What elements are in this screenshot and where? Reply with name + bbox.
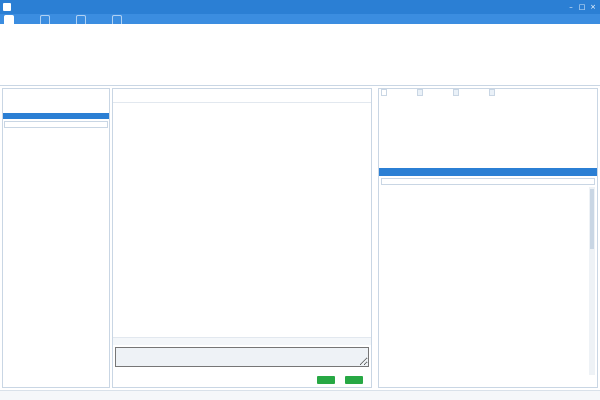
left-pane (2, 88, 110, 388)
window-title (14, 3, 124, 11)
maximize-icon[interactable]: □ (577, 2, 587, 12)
app-logo-icon (3, 3, 11, 11)
chat-header (113, 89, 371, 103)
script-search-input[interactable] (381, 178, 595, 185)
menu-tab-1[interactable] (4, 15, 14, 24)
close-chat-button[interactable] (345, 376, 363, 384)
script-tabs (379, 168, 597, 176)
menu-bar (0, 14, 600, 24)
info-tab-4[interactable] (489, 89, 495, 96)
chat-pane (112, 88, 372, 388)
toolbar (0, 24, 600, 86)
scroll-thumb[interactable] (590, 189, 594, 249)
minimize-icon[interactable]: – (566, 2, 576, 12)
left-search-input[interactable] (4, 121, 108, 128)
info-tab-1[interactable] (381, 89, 387, 96)
right-pane (378, 88, 598, 388)
close-icon[interactable]: × (588, 2, 598, 12)
message-input[interactable] (115, 347, 369, 367)
menu-tab-3[interactable] (76, 15, 86, 24)
menu-tab-4[interactable] (112, 15, 122, 24)
left-box-2[interactable] (57, 91, 107, 111)
title-bar: – □ × (0, 0, 600, 14)
info-tab-2[interactable] (417, 89, 423, 96)
script-scrollbar[interactable] (589, 187, 595, 375)
left-tab-1[interactable] (3, 113, 56, 119)
left-box-1[interactable] (5, 91, 55, 111)
send-button[interactable] (317, 376, 335, 384)
info-tab-3[interactable] (453, 89, 459, 96)
left-tab-2[interactable] (56, 113, 109, 119)
menu-tab-2[interactable] (40, 15, 50, 24)
script-tree (381, 187, 587, 375)
input-toolbar (113, 337, 371, 345)
status-bar (0, 390, 600, 400)
left-tabs (3, 113, 109, 119)
